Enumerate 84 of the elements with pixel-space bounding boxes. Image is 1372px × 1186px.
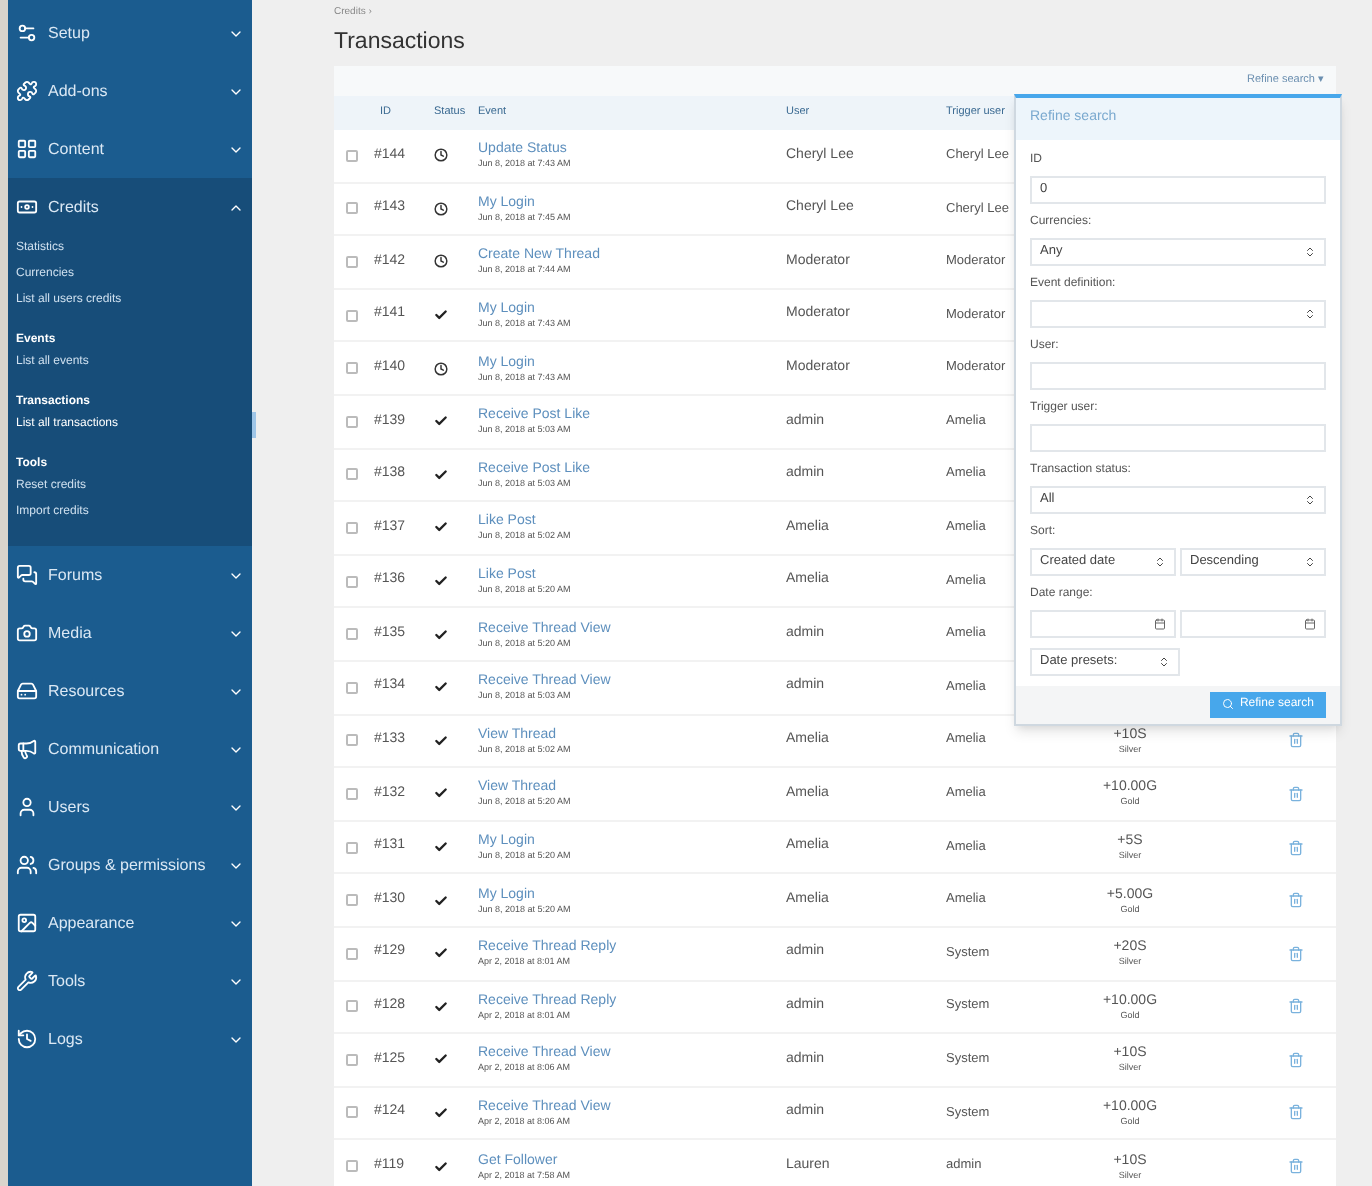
date-field[interactable]: [1030, 609, 1176, 637]
row-checkbox[interactable]: [346, 202, 358, 215]
sidebar-item[interactable]: Tools: [8, 952, 252, 1010]
row-checkbox[interactable]: [346, 1000, 358, 1013]
row-checkbox[interactable]: [346, 1053, 358, 1066]
delete-icon[interactable]: [1288, 1104, 1304, 1121]
sidebar-item[interactable]: Appearance: [8, 894, 252, 952]
check-icon: [434, 467, 448, 482]
row-checkbox[interactable]: [346, 841, 358, 854]
delete-icon[interactable]: [1288, 1051, 1304, 1068]
check-icon: [434, 999, 448, 1014]
check-icon: [434, 680, 448, 695]
row-checkbox[interactable]: [346, 1160, 358, 1173]
sidebar-item[interactable]: Communication: [8, 720, 252, 778]
date-field[interactable]: [1180, 609, 1326, 637]
page-title: Transactions: [334, 28, 465, 56]
check-icon: [434, 1105, 448, 1120]
check-icon: [434, 574, 448, 589]
clock-icon: [434, 254, 448, 269]
sidebar-item[interactable]: Setup: [8, 4, 252, 62]
check-icon: [434, 786, 448, 801]
row-checkbox[interactable]: [346, 681, 358, 694]
delete-icon[interactable]: [1288, 998, 1304, 1015]
banknote-icon: [16, 196, 38, 218]
check-icon: [434, 893, 448, 908]
calendar-icon: [1304, 617, 1316, 629]
sidebar-item[interactable]: Users: [8, 778, 252, 836]
row-checkbox[interactable]: [346, 894, 358, 907]
clock-icon: [434, 361, 448, 376]
sidebar-item[interactable]: Media: [8, 604, 252, 662]
delete-icon[interactable]: [1288, 945, 1304, 962]
row-checkbox[interactable]: [346, 149, 358, 162]
row-checkbox[interactable]: [346, 309, 358, 322]
row-checkbox[interactable]: [346, 947, 358, 960]
check-icon: [434, 1052, 448, 1067]
sidebar-item[interactable]: Credits: [8, 178, 252, 236]
row-checkbox[interactable]: [346, 628, 358, 641]
image-icon: [16, 912, 38, 934]
row-checkbox[interactable]: [346, 575, 358, 588]
check-icon: [434, 946, 448, 961]
check-icon: [434, 627, 448, 642]
user-icon: [16, 796, 38, 818]
input-field[interactable]: [1030, 361, 1326, 389]
row-checkbox[interactable]: [346, 1106, 358, 1119]
check-icon: [434, 414, 448, 429]
row-checkbox[interactable]: [346, 362, 358, 375]
grid-icon: [16, 138, 38, 160]
chat-icon: [16, 564, 38, 586]
wrench-icon: [16, 970, 38, 992]
delete-icon[interactable]: [1288, 892, 1304, 909]
sidebar-item[interactable]: Logs: [8, 1010, 252, 1068]
check-icon: [434, 308, 448, 323]
puzzle-icon: [16, 80, 38, 102]
row-checkbox[interactable]: [346, 415, 358, 428]
calendar-icon: [1154, 617, 1166, 629]
sidebar-item[interactable]: Forums: [8, 546, 252, 604]
camera-icon: [16, 622, 38, 644]
row-checkbox[interactable]: [346, 468, 358, 481]
users-icon: [16, 854, 38, 876]
row-checkbox[interactable]: [346, 521, 358, 534]
select-field[interactable]: [1030, 299, 1326, 327]
check-icon: [434, 520, 448, 535]
check-icon: [434, 733, 448, 748]
check-icon: [434, 1159, 448, 1174]
delete-icon[interactable]: [1288, 732, 1304, 749]
drive-icon: [16, 680, 38, 702]
clock-icon: [434, 148, 448, 163]
sidebar-item[interactable]: Add-ons: [8, 62, 252, 120]
row-checkbox[interactable]: [346, 787, 358, 800]
row-checkbox[interactable]: [346, 255, 358, 268]
row-checkbox[interactable]: [346, 734, 358, 747]
delete-icon[interactable]: [1288, 785, 1304, 802]
sidebar-item[interactable]: Groups & permissions: [8, 836, 252, 894]
history-icon: [16, 1028, 38, 1050]
clock-icon: [434, 201, 448, 216]
sliders-icon: [16, 22, 38, 44]
search-icon: [1221, 698, 1234, 710]
delete-icon[interactable]: [1288, 1158, 1304, 1175]
delete-icon[interactable]: [1288, 839, 1304, 856]
megaphone-icon: [16, 738, 38, 760]
sidebar-item[interactable]: Content: [8, 120, 252, 178]
sidebar-item[interactable]: Resources: [8, 662, 252, 720]
input-field[interactable]: [1030, 423, 1326, 451]
check-icon: [434, 840, 448, 855]
